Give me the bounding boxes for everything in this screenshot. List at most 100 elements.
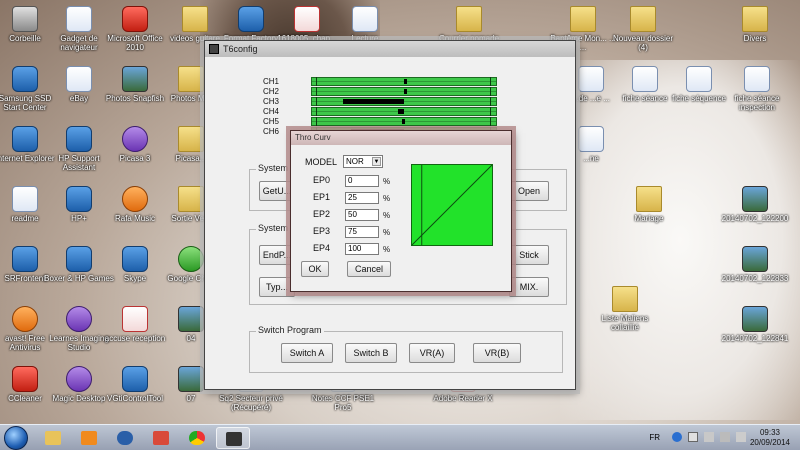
taskbar-hp[interactable] [108, 427, 142, 449]
folder-icon [742, 6, 768, 32]
channel-level [404, 79, 407, 84]
channel-end-tick [316, 107, 317, 116]
channel-end-tick [490, 97, 491, 106]
percent-label: % [383, 245, 391, 254]
chevron-down-icon[interactable]: ▼ [372, 157, 381, 166]
channel-end-tick [316, 87, 317, 96]
channel-bar [311, 117, 497, 126]
desktop-icon-label: Liste Maliens collaillié [601, 314, 649, 332]
percent-label: % [383, 194, 391, 203]
taskbar: FR 09:33 20/09/2014 [0, 424, 800, 450]
folder-icon [178, 126, 204, 152]
taskbar-snipping[interactable] [144, 427, 178, 449]
cancel-button[interactable]: Cancel [347, 261, 391, 277]
curve-point-input[interactable]: 50 [345, 209, 379, 221]
model-value: NOR [346, 157, 364, 166]
group-label: Switch Program [256, 325, 324, 335]
desktop-icon[interactable]: 20140702_122200 [720, 186, 790, 223]
volume-icon[interactable] [736, 432, 746, 442]
channel-label: CH6 [263, 127, 280, 136]
avast-icon [12, 306, 38, 332]
language-indicator[interactable]: FR [649, 433, 660, 442]
desktop-icon-label: Adobe Reader X [433, 394, 493, 403]
channel-end-tick [490, 107, 491, 116]
start-button[interactable] [4, 426, 28, 450]
percent-label: % [383, 211, 391, 220]
photo-icon [742, 186, 768, 212]
snipping-tool-icon [153, 431, 169, 445]
doc-icon [12, 186, 38, 212]
desktop-icon-label: 20140702_122833 [721, 274, 789, 283]
picasa-icon [122, 126, 148, 152]
background-photo-light [560, 60, 800, 420]
folder-icon [178, 66, 204, 92]
channel-level [343, 99, 404, 104]
folder-icon [456, 6, 482, 32]
vr-b-button[interactable]: VR(B) [473, 343, 521, 363]
percent-label: % [383, 177, 391, 186]
desktop-icon[interactable]: Lecture [330, 6, 400, 43]
desktop-icon[interactable]: Mariage [614, 186, 684, 223]
pdf-icon [294, 6, 320, 32]
taskbar-explorer[interactable] [36, 427, 70, 449]
network-tray-icon[interactable] [672, 432, 682, 442]
curve-point-label: EP2 [313, 209, 331, 219]
curve-point-label: EP3 [313, 226, 331, 236]
folder-icon [630, 6, 656, 32]
signal-icon[interactable] [720, 432, 730, 442]
help-icon [66, 126, 92, 152]
hp-icon [66, 186, 92, 212]
channel-level [398, 109, 404, 114]
hp-icon [117, 431, 133, 445]
stick-button[interactable]: Stick [509, 245, 549, 265]
open-button[interactable]: Open [509, 181, 549, 201]
ok-button[interactable]: OK [301, 261, 329, 277]
curve-point-label: EP1 [313, 192, 331, 202]
window-titlebar[interactable]: T6config [205, 41, 575, 57]
switch-b-button[interactable]: Switch B [345, 343, 397, 363]
media-player-icon [81, 431, 97, 445]
desktop-icon-label: Divers [743, 34, 767, 43]
channel-level [404, 89, 407, 94]
mix-button[interactable]: MIX. [509, 277, 549, 297]
model-select[interactable]: NOR ▼ [343, 155, 383, 168]
channel-bar [311, 107, 497, 116]
clock[interactable]: 09:33 20/09/2014 [750, 428, 790, 448]
app-icon [12, 246, 38, 272]
music-icon [122, 186, 148, 212]
imaging-icon [66, 306, 92, 332]
folder-icon [178, 186, 204, 212]
desktop-icon[interactable]: Courrier nomade [434, 6, 504, 43]
doc-icon [578, 126, 604, 152]
skype-icon [122, 246, 148, 272]
app-icon [209, 44, 219, 54]
desktop-icon[interactable]: fiche séance inspection [722, 66, 792, 112]
vr-a-button[interactable]: VR(A) [409, 343, 455, 363]
taskbar-media[interactable] [72, 427, 106, 449]
desktop-icon[interactable]: Divers [720, 6, 790, 43]
desktop-icon-label: 20140702_122841 [721, 334, 789, 343]
desktop-icon[interactable]: 20140702_122833 [720, 246, 790, 283]
taskbar-chrome[interactable] [180, 427, 214, 449]
folder-icon [182, 6, 208, 32]
dialog-title[interactable]: Thro Curv [291, 131, 511, 145]
desktop-icon[interactable]: Liste Maliens collaillié [590, 286, 660, 332]
curve-point-input[interactable]: 0 [345, 175, 379, 187]
channel-label: CH3 [263, 97, 280, 106]
flag-icon[interactable] [688, 432, 698, 442]
curve-point-label: EP4 [313, 243, 331, 253]
desktop-icon[interactable]: Nouveau dossier (4) [608, 6, 678, 52]
curve-point-input[interactable]: 75 [345, 226, 379, 238]
curve-point-input[interactable]: 100 [345, 243, 379, 255]
channel-rail [312, 101, 496, 102]
doc-icon [578, 66, 604, 92]
throttle-curve-dialog: Thro Curv MODEL NOR ▼ EP0 0% EP1 25% EP2 50% E… [290, 130, 512, 292]
channel-label: CH5 [263, 117, 280, 126]
curve-point-input[interactable]: 25 [345, 192, 379, 204]
switch-a-button[interactable]: Switch A [281, 343, 333, 363]
taskbar-t6config[interactable] [216, 427, 250, 449]
recycle-bin-icon [12, 6, 38, 32]
desktop-icon[interactable]: 20140702_122841 [720, 306, 790, 343]
channel-label: CH1 [263, 77, 280, 86]
battery-icon[interactable] [704, 432, 714, 442]
